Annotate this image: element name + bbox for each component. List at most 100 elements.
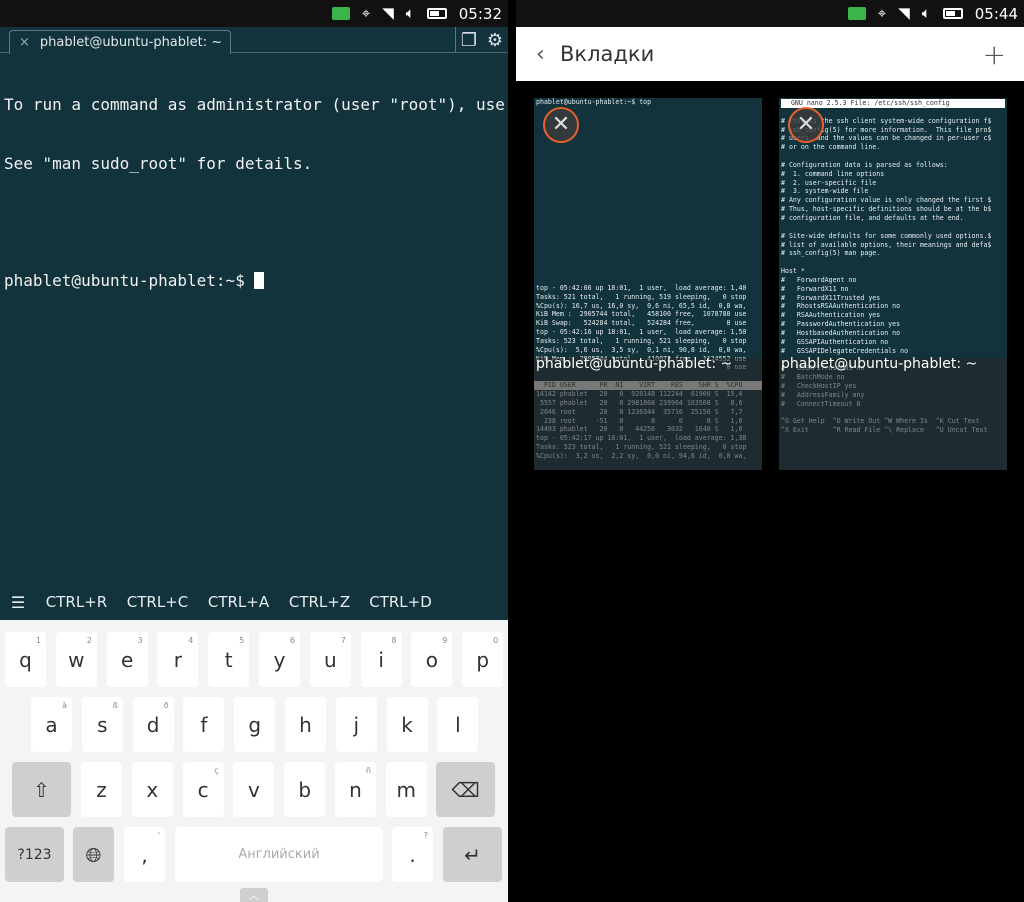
backspace-key[interactable]: ⌫ <box>436 762 495 817</box>
add-tab-plus-icon[interactable]: + <box>983 38 1006 71</box>
terminal-line: # Any configuration value is only change… <box>779 196 1007 205</box>
shortcut-ctrl-d[interactable]: CTRL+D <box>360 593 441 611</box>
status-bar[interactable]: ⌖ ◥ 🔈︎ 05:32 <box>0 0 508 27</box>
terminal-prompt-line: phablet@ubuntu-phablet:~$ <box>4 271 508 291</box>
key-w[interactable]: 2w <box>56 632 97 687</box>
close-tab-icon[interactable]: × <box>19 35 30 50</box>
key-l[interactable]: l <box>437 697 478 752</box>
tab-thumbnail-top[interactable]: phablet@ubuntu-phablet:~$ toptop - 05:42… <box>534 98 762 470</box>
key-e[interactable]: 3e <box>107 632 148 687</box>
space-key[interactable]: Английский <box>175 827 383 882</box>
keyboard-collapse-handle[interactable]: ︿ <box>240 888 268 902</box>
thumbnail-title: phablet@ubuntu-phablet: ~ <box>781 360 977 369</box>
cursor <box>254 272 264 289</box>
volume-icon: 🔈︎ <box>406 6 415 21</box>
backspace-icon: ⌫ <box>451 778 479 802</box>
key-t[interactable]: 5t <box>208 632 249 687</box>
settings-gear-icon[interactable]: ⚙ <box>487 30 503 51</box>
message-icon <box>848 7 866 20</box>
comma-key[interactable]: ', <box>124 827 165 882</box>
tabs-overview-icon[interactable]: ❐ <box>461 30 477 51</box>
on-screen-keyboard: ⇧ ⌫ ?123 🌐︎ ', Английский ?. ↵ ︿ 1q2w3e4… <box>0 620 508 902</box>
tab-terminal[interactable]: × phablet@ubuntu-phablet: ~ <box>9 30 231 54</box>
key-alt-char: ç <box>214 766 218 775</box>
key-m[interactable]: m <box>386 762 427 817</box>
key-label: v <box>248 778 260 802</box>
shortcut-ctrl-c[interactable]: CTRL+C <box>117 593 198 611</box>
key-x[interactable]: x <box>132 762 173 817</box>
terminal-line: # configuration file, and defaults at th… <box>779 214 1007 223</box>
terminal-line <box>4 212 508 232</box>
key-alt-char: 1 <box>36 636 41 645</box>
key-s[interactable]: ßs <box>82 697 123 752</box>
key-v[interactable]: v <box>233 762 274 817</box>
battery-icon <box>427 8 447 19</box>
period-key[interactable]: ?. <box>392 827 433 882</box>
key-c[interactable]: çc <box>183 762 224 817</box>
symbols-key[interactable]: ?123 <box>5 827 64 882</box>
terminal-output[interactable]: To run a command as administrator (user … <box>4 56 508 329</box>
key-z[interactable]: z <box>81 762 122 817</box>
language-key[interactable]: 🌐︎ <box>73 827 114 882</box>
close-tab-icon[interactable]: ✕ <box>788 107 824 143</box>
key-alt-char: à <box>62 701 67 710</box>
terminal-line: # ForwardX11Trusted yes <box>779 294 1007 303</box>
key-label: y <box>274 648 286 672</box>
terminal-line: # ForwardX11 no <box>779 285 1007 294</box>
terminal-line: # Configuration data is parsed as follow… <box>779 161 1007 170</box>
terminal-line: # GSSAPIAuthentication no <box>779 338 1007 347</box>
back-chevron-icon[interactable]: ‹ <box>536 42 560 67</box>
terminal-line: KiB Swap: 524284 total, 524284 free, 0 u… <box>534 319 762 328</box>
key-u[interactable]: 7u <box>310 632 351 687</box>
shortcut-ctrl-z[interactable]: CTRL+Z <box>279 593 360 611</box>
terminal-line: phablet@ubuntu-phablet:~$ top <box>534 98 762 107</box>
terminal-line: Host * <box>779 267 1007 276</box>
key-k[interactable]: k <box>387 697 428 752</box>
key-label: o <box>426 648 438 672</box>
terminal-line: %Cpu(s): 16,7 us, 16,0 sy, 0,6 ni, 65,5 … <box>534 302 762 311</box>
terminal-line: # 2. user-specific file <box>779 179 1007 188</box>
key-r[interactable]: 4r <box>157 632 198 687</box>
key-label: b <box>298 778 311 802</box>
clock: 05:44 <box>975 5 1018 23</box>
key-b[interactable]: b <box>284 762 325 817</box>
key-f[interactable]: f <box>183 697 224 752</box>
key-o[interactable]: 9o <box>411 632 452 687</box>
terminal-line: # RSAAuthentication yes <box>779 311 1007 320</box>
key-i[interactable]: 8i <box>361 632 402 687</box>
shift-key[interactable]: ⇧ <box>12 762 71 817</box>
status-bar[interactable]: ⌖ ◥ 🔈︎ 05:44 <box>516 0 1024 27</box>
key-label: z <box>96 778 107 802</box>
key-label: m <box>397 778 416 802</box>
tab-bar: × phablet@ubuntu-phablet: ~ ❐ ⚙ <box>0 27 508 53</box>
key-alt-char: 5 <box>239 636 244 645</box>
key-label: g <box>248 713 261 737</box>
enter-key[interactable]: ↵ <box>443 827 502 882</box>
key-q[interactable]: 1q <box>5 632 46 687</box>
key-n[interactable]: ñn <box>335 762 376 817</box>
terminal-line: KiB Mem : 2905744 total, 458100 free, 10… <box>534 310 762 319</box>
key-alt-char: 4 <box>188 636 193 645</box>
tab-thumbnail-nano[interactable]: GNU nano 2.5.3 File: /etc/ssh/ssh_config… <box>779 98 1007 470</box>
close-tab-icon[interactable]: ✕ <box>543 107 579 143</box>
key-g[interactable]: g <box>234 697 275 752</box>
key-alt-char: 2 <box>87 636 92 645</box>
terminal-line: # 3. system-wide file <box>779 187 1007 196</box>
key-alt-char: 7 <box>341 636 346 645</box>
key-p[interactable]: 0p <box>462 632 503 687</box>
key-alt-char: ß <box>113 701 118 710</box>
wifi-icon: ◥ <box>382 6 394 21</box>
shortcut-ctrl-r[interactable]: CTRL+R <box>36 593 117 611</box>
key-label: e <box>121 648 133 672</box>
terminal-line: # Thus, host-specific definitions should… <box>779 205 1007 214</box>
key-j[interactable]: j <box>336 697 377 752</box>
key-label: i <box>378 648 384 672</box>
key-y[interactable]: 6y <box>259 632 300 687</box>
key-h[interactable]: h <box>285 697 326 752</box>
clock: 05:32 <box>459 5 502 23</box>
key-a[interactable]: àa <box>31 697 72 752</box>
shortcut-ctrl-a[interactable]: CTRL+A <box>198 593 279 611</box>
thumbnail-title: phablet@ubuntu-phablet: ~ <box>536 360 732 369</box>
shortcut-menu-icon[interactable]: ☰ <box>0 593 36 612</box>
key-d[interactable]: ðd <box>133 697 174 752</box>
